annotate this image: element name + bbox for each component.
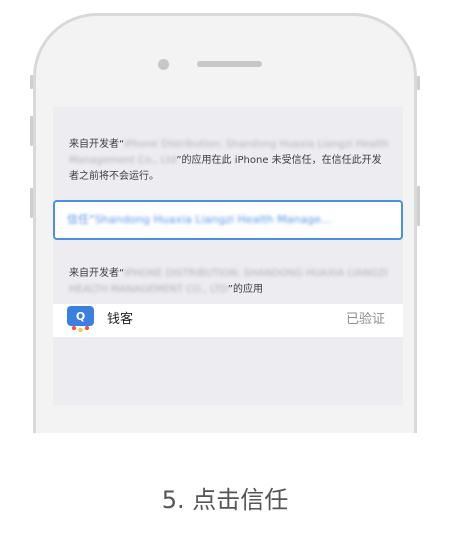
trust-settings-screen: 来自开发者“iPhone Distribution: Shandong Huax… [53, 107, 403, 405]
app-name: 钱客 [107, 312, 134, 327]
message-prefix: 来自开发者“ [69, 139, 125, 150]
trust-developer-button[interactable]: 信任“Shandong Huaxia Liangzi Health Manage… [53, 200, 403, 240]
svg-text:Q: Q [76, 310, 85, 323]
apps-header-suffix: ”的应用 [227, 284, 263, 295]
qianke-app-icon: Q [67, 306, 94, 333]
camera-icon [158, 59, 169, 70]
app-list-item[interactable]: Q 钱客 已验证 [53, 304, 403, 337]
trust-button-developer: Shandong Huaxia Liangzi Health Manage... [94, 213, 332, 226]
developer-apps-header: 来自开发者“IPHONE DISTRIBUTION: SHANDONG HUAX… [69, 266, 389, 298]
app-status: 已验证 [345, 312, 385, 327]
untrusted-message: 来自开发者“iPhone Distribution: Shandong Huax… [69, 137, 389, 185]
side-button [417, 186, 420, 226]
power-button [417, 76, 420, 90]
mute-switch [30, 75, 33, 89]
volume-down-button [30, 188, 33, 218]
volume-up-button [30, 116, 33, 146]
apps-header-prefix: 来自开发者“ [69, 268, 125, 279]
speaker-grille [197, 61, 262, 67]
step-caption: 5. 点击信任 [161, 486, 289, 514]
trust-button-prefix: 信任“ [67, 213, 95, 226]
